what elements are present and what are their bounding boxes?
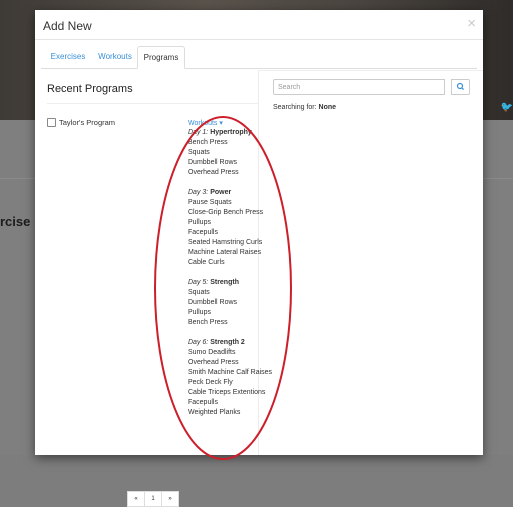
tab-programs[interactable]: Programs	[137, 46, 185, 69]
recent-programs-title: Recent Programs	[47, 83, 133, 95]
divider	[259, 70, 483, 71]
pagination-prev[interactable]: «	[127, 491, 145, 507]
program-checkbox[interactable]	[47, 118, 56, 127]
program-name: Taylor's Program	[59, 118, 116, 127]
pagination: « 1 »	[127, 491, 179, 507]
tab-bar: Exercises Workouts Programs	[41, 46, 477, 69]
tab-workouts[interactable]: Workouts	[96, 46, 134, 67]
pagination-next[interactable]: »	[161, 491, 179, 507]
search-status-label: Searching for:	[273, 104, 317, 111]
search-status-value: None	[318, 104, 337, 111]
close-icon[interactable]: ×	[467, 15, 476, 32]
pagination-page-1[interactable]: 1	[144, 491, 162, 507]
search-panel: Search Searching for: None	[259, 70, 483, 455]
search-input[interactable]: Search	[273, 79, 445, 95]
search-icon	[456, 82, 465, 91]
twitter-icon: 🐦	[500, 102, 513, 113]
add-new-modal: Add New × Exercises Workouts Programs Re…	[35, 10, 483, 507]
recent-programs-panel: Recent Programs Taylor's Program Workout…	[35, 70, 292, 507]
search-button[interactable]	[451, 79, 470, 95]
tab-exercises[interactable]: Exercises	[47, 46, 89, 67]
search-status: Searching for: None	[273, 104, 336, 111]
modal-header: Add New ×	[35, 10, 483, 40]
divider	[47, 103, 258, 104]
modal-title: Add New	[43, 19, 92, 33]
program-row: Taylor's Program	[47, 118, 115, 127]
background-heading-fragment: rcise	[0, 214, 31, 229]
